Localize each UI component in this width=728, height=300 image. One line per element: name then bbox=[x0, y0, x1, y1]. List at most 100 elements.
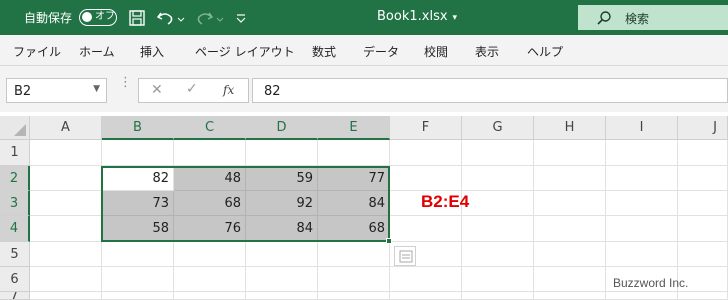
formula-input[interactable]: 82 bbox=[252, 78, 728, 103]
row-header-6[interactable]: 6 bbox=[0, 267, 30, 292]
cell-b4[interactable]: 58 bbox=[102, 216, 174, 242]
cell-d7[interactable] bbox=[246, 292, 318, 300]
customize-toolbar-icon[interactable] bbox=[234, 8, 248, 28]
cell-g2[interactable] bbox=[462, 166, 534, 191]
cell-f6[interactable] bbox=[390, 267, 462, 292]
cell-g7[interactable] bbox=[462, 292, 534, 300]
cell-b3[interactable]: 73 bbox=[102, 191, 174, 216]
cell-c7[interactable] bbox=[174, 292, 246, 300]
search-box[interactable]: 検索 bbox=[578, 5, 728, 30]
cell-f1[interactable] bbox=[390, 140, 462, 166]
cell-h7[interactable] bbox=[534, 292, 606, 300]
row-header-4[interactable]: 4 bbox=[0, 216, 30, 242]
undo-icon[interactable] bbox=[155, 8, 175, 28]
fill-handle[interactable] bbox=[386, 238, 392, 244]
name-box[interactable]: B2 ▼ bbox=[6, 78, 107, 103]
column-header-a[interactable]: A bbox=[30, 116, 102, 140]
cell-c2[interactable]: 48 bbox=[174, 166, 246, 191]
cell-i1[interactable] bbox=[606, 140, 678, 166]
save-icon[interactable] bbox=[127, 8, 147, 28]
column-header-b[interactable]: B bbox=[102, 116, 174, 140]
menu-file[interactable]: ファイル bbox=[13, 43, 61, 60]
cell-b7[interactable] bbox=[102, 292, 174, 300]
cell-d1[interactable] bbox=[246, 140, 318, 166]
column-header-h[interactable]: H bbox=[534, 116, 606, 140]
cell-d2[interactable]: 59 bbox=[246, 166, 318, 191]
cell-a4[interactable] bbox=[30, 216, 102, 242]
cell-g1[interactable] bbox=[462, 140, 534, 166]
column-header-g[interactable]: G bbox=[462, 116, 534, 140]
cell-a3[interactable] bbox=[30, 191, 102, 216]
cell-f2[interactable] bbox=[390, 166, 462, 191]
column-header-f[interactable]: F bbox=[390, 116, 462, 140]
cell-e5[interactable] bbox=[318, 242, 390, 267]
menu-insert[interactable]: 挿入 bbox=[140, 43, 164, 60]
cell-h2[interactable] bbox=[534, 166, 606, 191]
cell-a5[interactable] bbox=[30, 242, 102, 267]
cell-b5[interactable] bbox=[102, 242, 174, 267]
cell-e2[interactable]: 77 bbox=[318, 166, 390, 191]
cell-f4[interactable] bbox=[390, 216, 462, 242]
cell-a7[interactable] bbox=[30, 292, 102, 300]
cell-c1[interactable] bbox=[174, 140, 246, 166]
cell-b6[interactable] bbox=[102, 267, 174, 292]
redo-dropdown-icon[interactable] bbox=[215, 8, 225, 28]
cell-d6[interactable] bbox=[246, 267, 318, 292]
cell-h5[interactable] bbox=[534, 242, 606, 267]
quick-analysis-button[interactable] bbox=[394, 246, 416, 266]
cell-j7[interactable] bbox=[678, 292, 728, 300]
row-header-2[interactable]: 2 bbox=[0, 166, 30, 191]
cell-d3[interactable]: 92 bbox=[246, 191, 318, 216]
row-header-7[interactable]: 7 bbox=[0, 292, 30, 300]
cancel-icon[interactable]: ✕ bbox=[151, 82, 163, 98]
cell-b2[interactable]: 82 bbox=[102, 166, 174, 191]
cell-j3[interactable] bbox=[678, 191, 728, 216]
undo-dropdown-icon[interactable] bbox=[176, 8, 186, 28]
cell-c4[interactable]: 76 bbox=[174, 216, 246, 242]
cell-j2[interactable] bbox=[678, 166, 728, 191]
column-header-j[interactable]: J bbox=[678, 116, 728, 140]
cell-g3[interactable] bbox=[462, 191, 534, 216]
cell-h1[interactable] bbox=[534, 140, 606, 166]
cell-j5[interactable] bbox=[678, 242, 728, 267]
file-title[interactable]: Book1.xlsx ▾ bbox=[377, 9, 457, 24]
row-header-3[interactable]: 3 bbox=[0, 191, 30, 216]
cell-f7[interactable] bbox=[390, 292, 462, 300]
menu-help[interactable]: ヘルプ bbox=[527, 43, 563, 60]
cell-c5[interactable] bbox=[174, 242, 246, 267]
autosave-toggle[interactable]: オフ bbox=[79, 9, 117, 26]
cell-h6[interactable] bbox=[534, 267, 606, 292]
cell-g6[interactable] bbox=[462, 267, 534, 292]
enter-icon[interactable]: ✓ bbox=[186, 81, 198, 97]
cell-i2[interactable] bbox=[606, 166, 678, 191]
cell-c3[interactable]: 68 bbox=[174, 191, 246, 216]
cell-d5[interactable] bbox=[246, 242, 318, 267]
cell-e6[interactable] bbox=[318, 267, 390, 292]
menu-formulas[interactable]: 数式 bbox=[312, 43, 336, 60]
cell-i5[interactable] bbox=[606, 242, 678, 267]
cell-e1[interactable] bbox=[318, 140, 390, 166]
cell-a1[interactable] bbox=[30, 140, 102, 166]
column-header-c[interactable]: C bbox=[174, 116, 246, 140]
cell-b1[interactable] bbox=[102, 140, 174, 166]
menu-page-layout[interactable]: ページ レイアウト bbox=[195, 43, 295, 60]
cell-d4[interactable]: 84 bbox=[246, 216, 318, 242]
cell-i4[interactable] bbox=[606, 216, 678, 242]
select-all-button[interactable] bbox=[0, 116, 30, 140]
cell-a2[interactable] bbox=[30, 166, 102, 191]
cell-j4[interactable] bbox=[678, 216, 728, 242]
insert-function-icon[interactable]: fx bbox=[223, 83, 234, 97]
cell-c6[interactable] bbox=[174, 267, 246, 292]
column-header-e[interactable]: E bbox=[318, 116, 390, 140]
chevron-down-icon[interactable]: ▼ bbox=[93, 84, 100, 94]
cell-e7[interactable] bbox=[318, 292, 390, 300]
row-header-5[interactable]: 5 bbox=[0, 242, 30, 267]
cell-i7[interactable] bbox=[606, 292, 678, 300]
cell-j1[interactable] bbox=[678, 140, 728, 166]
menu-home[interactable]: ホーム bbox=[79, 43, 115, 60]
cell-g5[interactable] bbox=[462, 242, 534, 267]
cell-e3[interactable]: 84 bbox=[318, 191, 390, 216]
cell-h3[interactable] bbox=[534, 191, 606, 216]
column-header-d[interactable]: D bbox=[246, 116, 318, 140]
menu-data[interactable]: データ bbox=[363, 43, 399, 60]
